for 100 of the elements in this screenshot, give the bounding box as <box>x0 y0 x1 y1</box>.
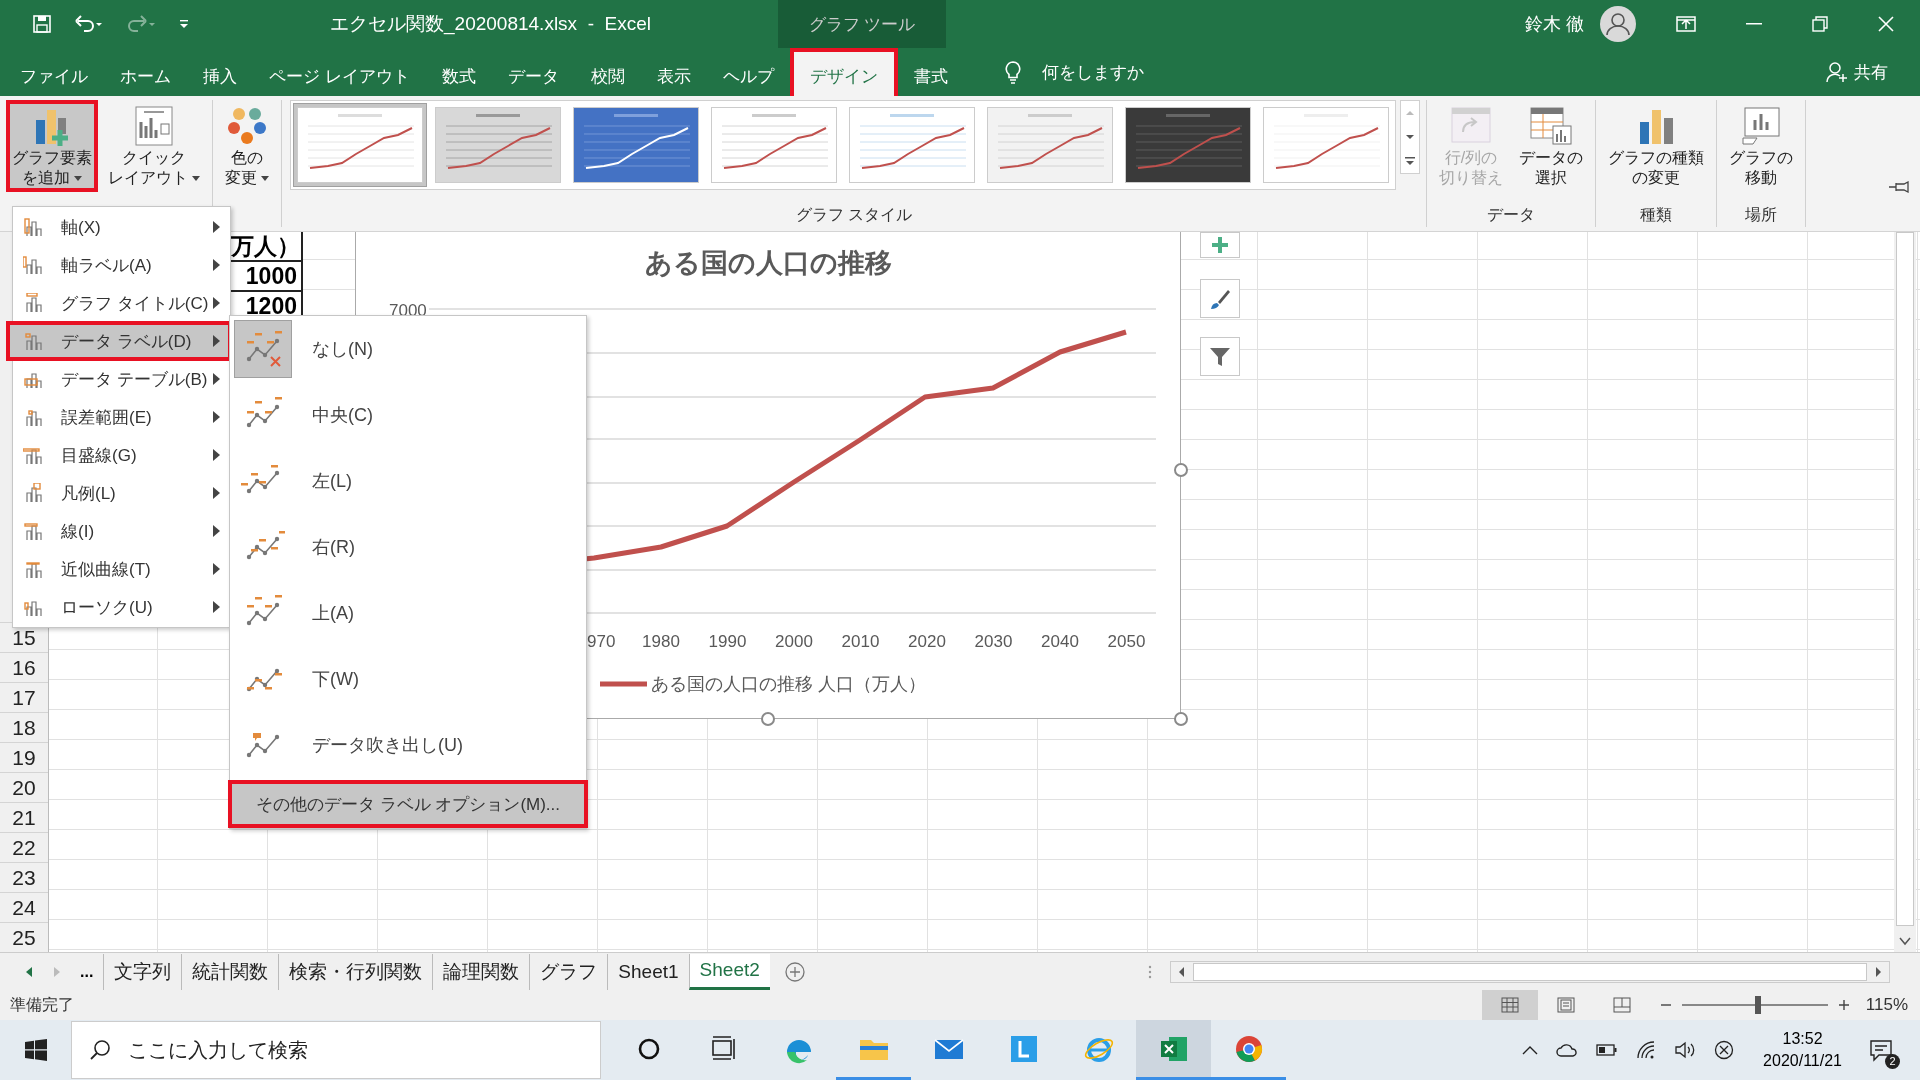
sheet-tab[interactable]: Sheet2 <box>688 953 770 990</box>
resize-handle[interactable] <box>761 712 775 726</box>
chart-styles-button[interactable] <box>1200 279 1240 318</box>
sheet-tab[interactable]: グラフ <box>529 953 608 990</box>
context-tab-group: グラフ ツール <box>778 0 946 48</box>
taskbar-search-field[interactable]: ここに入力して検索 <box>71 1021 601 1079</box>
ribbon-tab[interactable]: ファイル <box>4 56 104 96</box>
more-options-item[interactable]: その他のデータ ラベル オプション(M)... <box>228 780 588 828</box>
table-cell: 1000 <box>231 262 303 292</box>
add-sheet-icon[interactable] <box>783 960 806 983</box>
close-circle-icon[interactable] <box>1714 1040 1735 1060</box>
menu-item[interactable]: 軸ラベル(A) <box>13 247 230 283</box>
close-icon[interactable] <box>1878 16 1894 32</box>
row-header[interactable]: 18 <box>0 712 48 742</box>
ribbon-button[interactable]: 色の 変更 <box>219 100 275 190</box>
menu-item[interactable]: ローソク(U) <box>13 589 230 625</box>
chart-preview-icon <box>573 107 699 183</box>
sheet-tab[interactable]: Sheet1 <box>607 953 689 990</box>
ribbon-tab[interactable]: 校閲 <box>574 56 641 96</box>
ribbon-button[interactable]: クイック レイアウト <box>102 100 206 190</box>
windows-start-icon[interactable] <box>25 1039 47 1061</box>
ribbon-button[interactable]: データの 選択 <box>1513 100 1589 190</box>
vertical-scrollbar[interactable] <box>1894 232 1916 952</box>
save-icon[interactable] <box>32 14 52 34</box>
tell-me-field[interactable]: 何をしますか <box>1041 60 1144 84</box>
ribbon-tab[interactable]: 書式 <box>897 56 964 96</box>
row-header[interactable]: 23 <box>0 862 48 892</box>
volume-icon[interactable] <box>1674 1041 1697 1059</box>
row-header[interactable]: 19 <box>0 742 48 772</box>
clock-date[interactable]: 2020/11/21 <box>1763 1050 1842 1072</box>
scroll-right-icon[interactable] <box>1873 965 1883 978</box>
wifi-icon[interactable] <box>1636 1041 1657 1059</box>
resize-handle[interactable] <box>1174 463 1188 477</box>
undo-icon[interactable] <box>74 14 104 34</box>
ribbon-tab[interactable]: 挿入 <box>187 56 253 96</box>
zoom-slider[interactable] <box>1754 996 1761 1014</box>
cloud-icon[interactable] <box>1556 1043 1579 1057</box>
window-title: エクセル関数_20200814.xlsx - Excel <box>330 12 652 37</box>
sheet-tab[interactable]: 文字列 <box>103 953 182 990</box>
menu-item[interactable]: 近似曲線(T) <box>13 551 230 587</box>
ribbon-tab[interactable]: ヘルプ <box>706 56 790 96</box>
row-header[interactable]: 16 <box>0 652 48 682</box>
zoom-in-icon[interactable] <box>1837 999 1850 1011</box>
menu-item[interactable]: 誤差範囲(E) <box>13 399 230 435</box>
page-layout-icon <box>1556 997 1575 1013</box>
row-header[interactable]: 17 <box>0 682 48 712</box>
previous-sheet-icon[interactable] <box>24 965 34 978</box>
restore-icon[interactable] <box>1812 16 1828 32</box>
redo-icon[interactable] <box>126 14 156 34</box>
menu-item[interactable]: 線(I) <box>13 513 230 549</box>
customize-caret-icon[interactable] <box>178 18 190 30</box>
menu-item[interactable]: グラフ タイトル(C) <box>13 285 230 321</box>
scroll-down-icon[interactable] <box>1899 936 1911 946</box>
chart-preview-icon <box>435 107 561 183</box>
battery-icon[interactable] <box>1596 1044 1619 1056</box>
row-header[interactable]: 21 <box>0 802 48 832</box>
row-header[interactable]: 20 <box>0 772 48 802</box>
share-button[interactable]: 共有 <box>1854 60 1888 84</box>
chart-style-thumbnail[interactable] <box>293 103 427 187</box>
ribbon-tab[interactable]: デザイン <box>789 48 898 96</box>
ribbon-button[interactable]: グラフの種類 の変更 <box>1602 100 1710 190</box>
chart-elements-button[interactable] <box>1200 232 1240 258</box>
splitter-icon[interactable] <box>1148 963 1152 980</box>
ribbon-tab[interactable]: 表示 <box>640 56 707 96</box>
sheet-tab[interactable]: 論理関数 <box>432 953 530 990</box>
share-icon[interactable] <box>1826 61 1848 83</box>
horizontal-scrollbar[interactable] <box>1170 960 1890 983</box>
ribbon-button[interactable]: グラフの 移動 <box>1723 100 1799 190</box>
sheet-tab[interactable]: 統計関数 <box>181 953 279 990</box>
menu-item[interactable]: データ テーブル(B) <box>13 361 230 397</box>
pin-icon[interactable] <box>1888 181 1910 193</box>
ribbon-button[interactable]: グラフ要素 を追加 <box>6 100 98 192</box>
ribbon-tab[interactable]: データ <box>491 56 575 96</box>
scroll-left-icon[interactable] <box>1177 965 1187 978</box>
notification-button[interactable]: 2 <box>1862 1031 1900 1069</box>
submenu-arrow-icon <box>213 373 220 385</box>
zoom-level[interactable]: 115% <box>1865 995 1908 1015</box>
ribbon-tab[interactable]: ホーム <box>104 56 187 96</box>
ribbon-tab[interactable]: ページ レイアウト <box>253 56 426 96</box>
table-cell: 万人） <box>231 232 303 262</box>
menu-item[interactable]: データ ラベル(D) <box>8 323 230 359</box>
user-name: 鈴木 徹 <box>1525 13 1584 36</box>
view-button[interactable] <box>1481 990 1538 1020</box>
status-text: 準備完了 <box>10 994 74 1015</box>
menu-item[interactable]: 軸(X) <box>13 209 230 245</box>
row-header[interactable]: 24 <box>0 892 48 922</box>
ribbon-display-icon[interactable] <box>1676 16 1696 32</box>
sheet-tab[interactable]: 検索・行列関数 <box>278 953 433 990</box>
submenu-arrow-icon <box>213 525 220 537</box>
chevron-up-icon[interactable] <box>1522 1045 1539 1055</box>
row-header[interactable]: 22 <box>0 832 48 862</box>
clock-time[interactable]: 13:52 <box>1782 1028 1823 1050</box>
menu-item[interactable]: 目盛線(G) <box>13 437 230 473</box>
resize-handle[interactable] <box>1174 712 1188 726</box>
more-sheets-button[interactable]: ... <box>80 962 94 981</box>
menu-item[interactable]: 凡例(L) <box>13 475 230 511</box>
submenu-arrow-icon <box>213 601 220 613</box>
ribbon-tab[interactable]: 数式 <box>425 56 492 96</box>
avatar-icon[interactable] <box>1600 6 1636 42</box>
chart-filters-button[interactable] <box>1200 337 1240 376</box>
